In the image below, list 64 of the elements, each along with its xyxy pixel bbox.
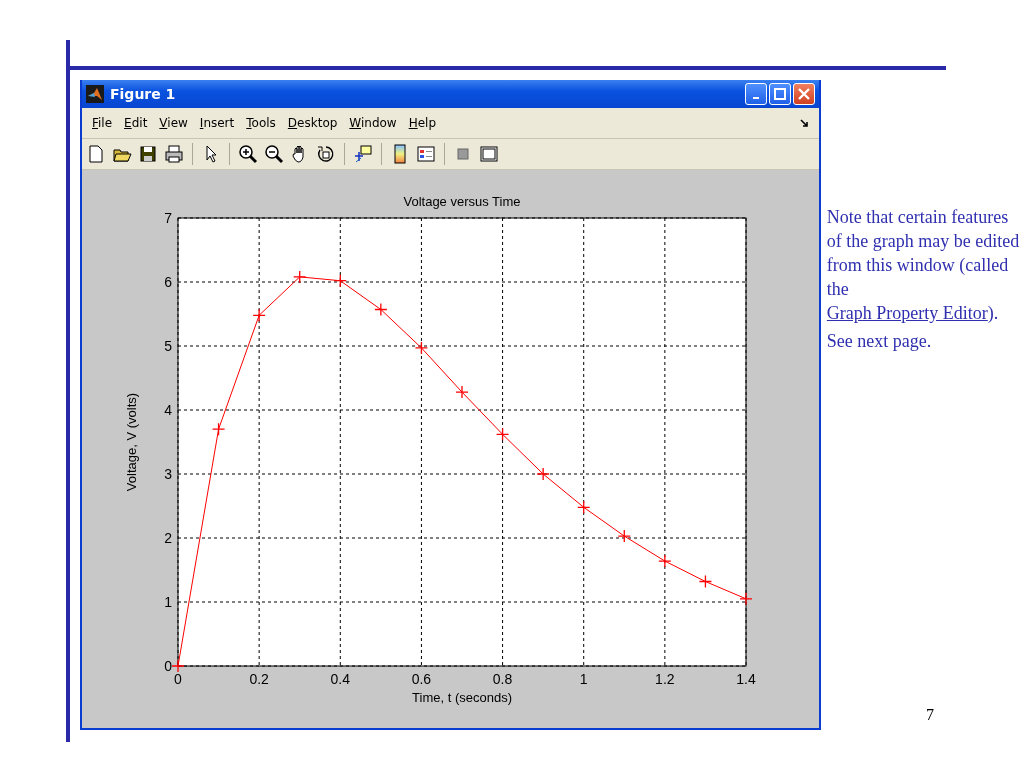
menu-item[interactable]: Desktop [281, 116, 344, 130]
data-point-marker [536, 467, 550, 481]
page-number: 7 [926, 706, 934, 724]
chart-title: Voltage versus Time [403, 194, 521, 209]
menu-item[interactable]: Help [402, 116, 443, 130]
save-icon[interactable] [138, 144, 158, 164]
data-point-marker [658, 554, 672, 568]
data-point-marker [374, 302, 388, 317]
menu-item[interactable]: Insert [193, 116, 241, 130]
data-cursor-icon[interactable] [353, 144, 373, 164]
data-point-marker [577, 500, 591, 514]
menu-item[interactable]: Window [343, 116, 403, 130]
x-tick-label: 1.4 [736, 671, 756, 687]
close-icon [797, 88, 810, 100]
data-point-marker [211, 422, 226, 436]
data-point-marker [414, 341, 429, 355]
y-tick-label: 7 [164, 210, 172, 226]
x-tick-label: 0.4 [330, 671, 350, 687]
frame-icon[interactable] [479, 144, 499, 164]
y-tick-label: 2 [164, 530, 172, 546]
x-tick-label: 1.2 [655, 671, 675, 687]
new-file-icon[interactable] [86, 144, 106, 164]
next-page-text: See next page. [826, 330, 933, 353]
x-tick-label: 0.2 [249, 671, 269, 687]
rotate-icon[interactable] [316, 144, 336, 164]
y-tick-label: 6 [164, 274, 172, 290]
note-paragraph: Note that certain features of the graph may be edited from this window (called the Graph Property Editor). [826, 206, 1021, 325]
x-tick-label: 0.8 [492, 671, 513, 687]
y-tick-label: 0 [164, 658, 172, 674]
graph-property-editor-link[interactable]: Graph Property Editor [826, 303, 988, 323]
data-point-marker [171, 659, 185, 673]
x-tick-label: 1 [579, 671, 588, 687]
window-title: Figure 1 [110, 86, 176, 102]
data-point-marker [455, 385, 469, 399]
x-tick-label: 0 [174, 671, 182, 687]
y-tick-label: 4 [164, 402, 172, 418]
dock-arrow-icon[interactable] [799, 118, 809, 128]
menu-item[interactable]: Edit [118, 116, 154, 130]
y-axis-label: Voltage, V (volts) [124, 392, 139, 492]
y-tick-label: 5 [164, 338, 172, 354]
data-point-marker [698, 574, 713, 589]
maximize-button[interactable] [768, 83, 791, 105]
maximize-icon [773, 88, 786, 100]
y-tick-label: 3 [164, 466, 172, 482]
menu-item[interactable]: File [86, 116, 119, 130]
minimize-icon [752, 97, 759, 99]
close-button[interactable] [792, 83, 815, 105]
zoom-in-icon[interactable] [238, 144, 258, 164]
data-point-marker [617, 529, 631, 543]
data-point-marker [252, 308, 266, 322]
data-point-marker [293, 270, 307, 284]
minimize-button[interactable] [744, 83, 767, 105]
y-tick-label: 1 [164, 594, 172, 610]
menu-item[interactable]: View [153, 116, 194, 130]
data-point-marker [495, 427, 510, 441]
legend-icon[interactable] [416, 144, 436, 164]
data-point-marker [333, 274, 347, 288]
data-point-marker [739, 592, 753, 606]
matlab-logo-icon [86, 85, 104, 103]
menu-item[interactable]: Tools [240, 116, 282, 130]
x-tick-label: 0.6 [411, 671, 432, 687]
print-icon[interactable] [164, 144, 184, 164]
x-axis-label: Time, t (seconds) [412, 690, 512, 705]
zoom-out-icon[interactable] [264, 144, 284, 164]
